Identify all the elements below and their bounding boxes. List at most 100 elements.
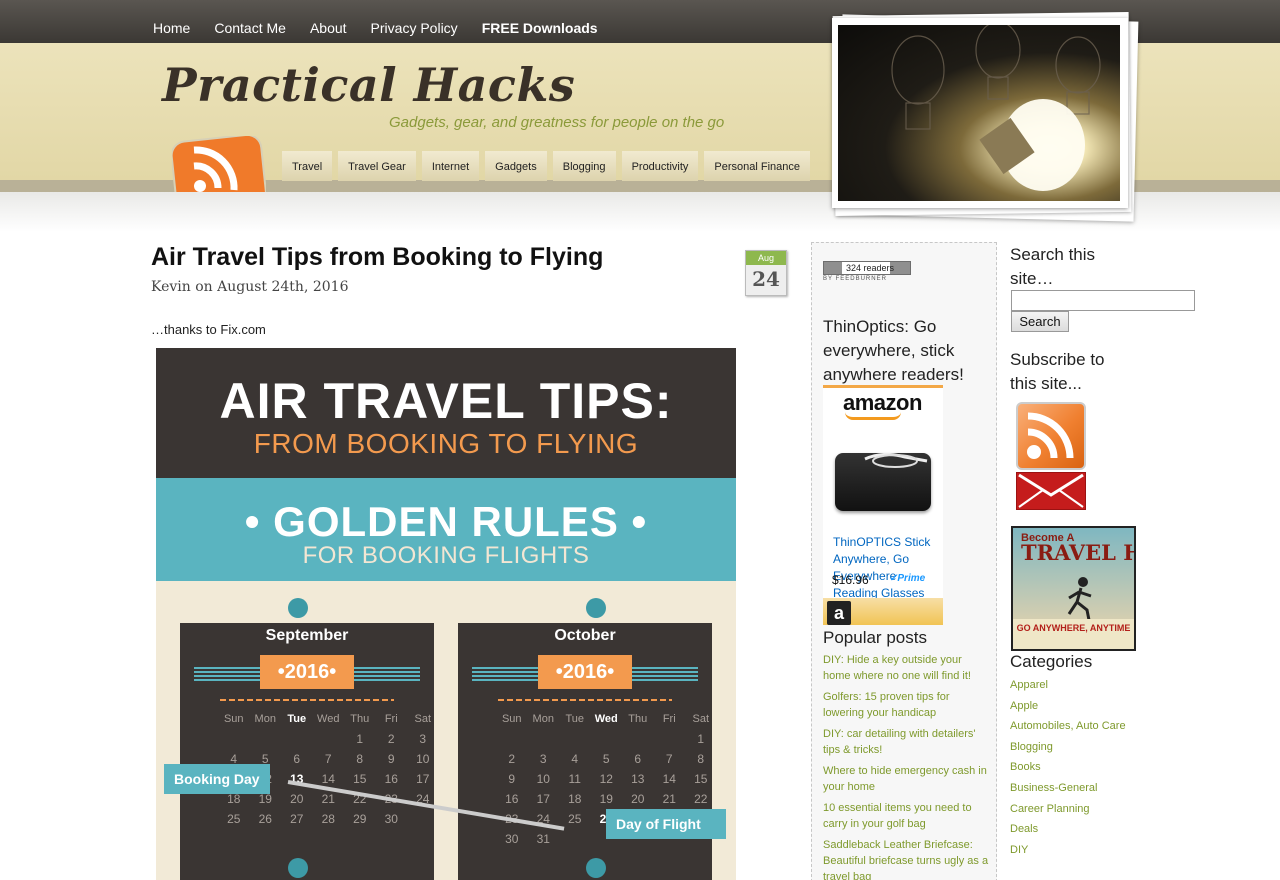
nav-free-downloads[interactable]: FREE Downloads [482, 20, 598, 36]
popular-post-link[interactable]: 10 essential items you need to carry in … [823, 800, 991, 832]
category-link[interactable]: Apple [1010, 698, 1130, 714]
calendar-week-row: 25 26 27 28 29 30 [218, 809, 439, 829]
header-photo [832, 18, 1128, 208]
amazon-ad[interactable]: amazon ThinOPTICS Stick Anywhere, Go Eve… [823, 385, 943, 625]
search-button[interactable]: Search [1011, 311, 1069, 332]
calendar-day: 30 [505, 832, 519, 846]
cat-tab-blogging[interactable]: Blogging [552, 151, 616, 181]
infographic-subheading: FROM BOOKING TO FLYING [253, 428, 639, 459]
calendar-weekday: Tue [565, 713, 585, 725]
nav-about[interactable]: About [310, 20, 347, 36]
calendar-day: 22 [694, 792, 708, 806]
calendar-day [250, 729, 282, 749]
search-input[interactable] [1011, 290, 1195, 311]
product-image[interactable] [835, 452, 931, 511]
calendar-weekday-row: Sun Mon Tue Wed Thu Fri Sat [218, 709, 439, 729]
infographic-section-heading: • GOLDEN RULES • [244, 498, 648, 545]
calendar-weekday: Mon [254, 713, 276, 725]
feedburner-counter[interactable]: 324 readers BY FEEDBURNER [823, 261, 911, 286]
calendar-day: 19 [599, 792, 613, 806]
calendar-weekday: Tue [287, 713, 307, 725]
category-link[interactable]: DIY [1010, 842, 1130, 858]
calendar-week-row: 2 3 4 5 6 7 8 [496, 749, 717, 769]
feedburner-box: 324 readers [823, 261, 911, 275]
calendar-day [559, 729, 591, 749]
calendar-day [407, 809, 439, 829]
pin-icon [288, 598, 308, 618]
post-meta: Kevin on August 24th, 2016 [151, 279, 349, 295]
amazon-a-icon[interactable]: a [827, 601, 851, 625]
category-link[interactable]: Books [1010, 759, 1130, 775]
infographic-heading: AIR TRAVEL TIPS: [219, 373, 673, 429]
cat-tab-productivity[interactable]: Productivity [621, 151, 699, 181]
popular-post-link[interactable]: Golfers: 15 proven tips for lowering you… [823, 689, 991, 721]
category-link[interactable]: Career Planning [1010, 801, 1130, 817]
calendar-october: October •2016• Sun Mon Tue Wed Thu Fri Sat 1 2 3 4… [458, 623, 712, 880]
calendar-day: 1 [697, 732, 705, 746]
calendar-day [281, 729, 313, 749]
nav-contact[interactable]: Contact Me [214, 20, 286, 36]
post-title[interactable]: Air Travel Tips from Booking to Flying [151, 243, 603, 272]
category-link[interactable]: Deals [1010, 821, 1130, 837]
infographic-section-sub: FOR BOOKING FLIGHTS [302, 542, 590, 569]
subscribe-widget-title: Subscribe to this site... [1010, 350, 1105, 393]
popular-post-link[interactable]: DIY: car detailing with detailers' tips … [823, 726, 991, 758]
calendar-day [313, 729, 345, 749]
calendar-weekday: Fri [662, 713, 676, 725]
calendar-day: 13 [631, 772, 645, 786]
cat-tab-travel[interactable]: Travel [282, 151, 333, 181]
nav-home[interactable]: Home [153, 20, 190, 36]
lightbulb-image [838, 25, 1120, 201]
calendar-day [496, 729, 528, 749]
popular-posts-title: Popular posts [823, 628, 927, 647]
post-credit: …thanks to Fix.com [151, 322, 266, 337]
popular-post-link[interactable]: Where to hide emergency cash in your hom… [823, 763, 991, 795]
calendar-day: 9 [387, 752, 395, 766]
email-subscribe-icon[interactable] [1016, 472, 1086, 510]
category-link[interactable]: Automobiles, Auto Care [1010, 718, 1130, 734]
calendar-week-row: 16 17 18 19 20 21 22 [496, 789, 717, 809]
travel-hacker-line2: TRAVEL HACKER [1021, 540, 1134, 565]
nav-privacy-policy[interactable]: Privacy Policy [371, 20, 458, 36]
category-link[interactable]: Blogging [1010, 739, 1130, 755]
calendar-divider [220, 699, 394, 701]
popular-posts-list: DIY: Hide a key outside your home where … [823, 652, 991, 880]
cat-tab-travel-gear[interactable]: Travel Gear [338, 151, 416, 181]
cat-tab-personal-finance[interactable]: Personal Finance [704, 151, 811, 181]
calendar-day: 8 [697, 752, 705, 766]
pin-icon [586, 598, 606, 618]
amazon-smile-icon [845, 412, 901, 420]
travel-hacker-banner[interactable]: Become A TRAVEL HACKER GO ANYWHERE, ANYT… [1011, 526, 1136, 651]
site-title[interactable]: Practical Hacks [162, 58, 575, 112]
calendar-day: 16 [384, 772, 398, 786]
calendar-weekday: Fri [384, 713, 398, 725]
credit-link[interactable]: Fix.com [220, 322, 266, 337]
calendar-day: 4 [571, 752, 579, 766]
calendar-month: October [554, 627, 616, 644]
calendar-day [528, 729, 560, 749]
calendar-month: September [265, 627, 349, 644]
calendar-year: •2016• [260, 655, 354, 689]
running-man-icon [1067, 577, 1092, 620]
calendar-day: 15 [694, 772, 708, 786]
travel-hacker-footer: GO ANYWHERE, ANYTIME [1013, 619, 1134, 649]
calendar-weekday: Wed [317, 713, 340, 725]
calendar-week-row: 1 [496, 729, 717, 749]
calendar-day [591, 729, 623, 749]
rss-feed-icon[interactable] [172, 136, 266, 192]
cat-tab-internet[interactable]: Internet [421, 151, 480, 181]
category-link[interactable]: Business-General [1010, 780, 1130, 796]
calendar-day: 27 [290, 812, 304, 826]
cat-tab-gadgets[interactable]: Gadgets [485, 151, 547, 181]
calendar-day: 16 [505, 792, 519, 806]
calendar-weekday: Mon [532, 713, 554, 725]
calendar-day: 7 [324, 752, 332, 766]
infographic-image: AIR TRAVEL TIPS: FROM BOOKING TO FLYING … [156, 348, 736, 880]
calendar-day: 3 [419, 732, 427, 746]
popular-post-link[interactable]: DIY: Hide a key outside your home where … [823, 652, 991, 684]
rss-subscribe-icon[interactable] [1016, 402, 1086, 470]
categories-list: Apparel Apple Automobiles, Auto Care Blo… [1010, 677, 1130, 862]
popular-post-link[interactable]: Saddleback Leather Briefcase: Beautiful … [823, 837, 991, 880]
calendar-day: 10 [416, 752, 430, 766]
category-link[interactable]: Apparel [1010, 677, 1130, 693]
